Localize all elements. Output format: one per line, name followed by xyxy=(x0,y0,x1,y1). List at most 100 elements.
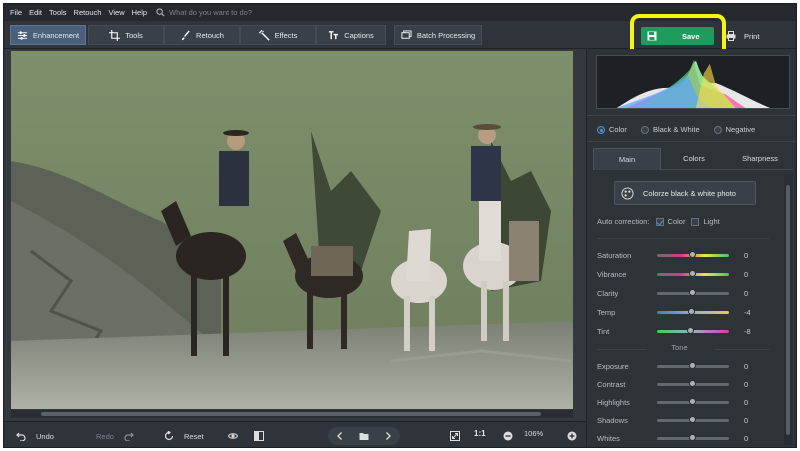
divider xyxy=(715,349,769,350)
slider-knob[interactable] xyxy=(689,269,696,277)
menu-edit[interactable]: Edit xyxy=(29,8,42,17)
subtab-colors[interactable]: Colors xyxy=(661,148,727,170)
eye-icon xyxy=(228,433,238,439)
reset-button[interactable]: Reset xyxy=(164,429,204,443)
image-canvas[interactable] xyxy=(4,49,586,421)
slider-track[interactable] xyxy=(657,250,729,258)
auto-color-label: Color xyxy=(667,217,686,226)
slider-vibrance[interactable]: Vibrance 0 xyxy=(597,267,762,281)
menu-help[interactable]: Help xyxy=(132,8,147,17)
slider-knob[interactable] xyxy=(689,379,696,387)
slider-value: 0 xyxy=(744,288,749,298)
tab-retouch[interactable]: Retouch xyxy=(164,25,240,45)
slider-track[interactable] xyxy=(657,326,729,334)
slider-value: 0 xyxy=(744,361,749,371)
actual-size-button[interactable]: 1:1 xyxy=(474,429,486,438)
zoom-in-icon xyxy=(567,431,577,441)
scrollbar-thumb[interactable] xyxy=(41,412,541,416)
slider-contrast[interactable]: Contrast 0 xyxy=(597,377,762,391)
palette-icon xyxy=(621,186,634,200)
mode-color-radio[interactable]: Color xyxy=(597,125,627,134)
zoom-out-button[interactable] xyxy=(503,429,513,443)
slider-whites[interactable]: Whites 0 xyxy=(597,431,762,445)
slider-tint[interactable]: Tint -8 xyxy=(597,324,762,338)
chevron-left-icon[interactable] xyxy=(335,431,345,441)
slider-track[interactable] xyxy=(657,269,729,277)
slider-label: Vibrance xyxy=(597,269,627,279)
slider-track[interactable] xyxy=(657,288,729,296)
slider-value: 0 xyxy=(744,250,749,260)
compare-button[interactable] xyxy=(254,429,264,443)
slider-knob[interactable] xyxy=(689,397,696,405)
slider-knob[interactable] xyxy=(687,326,694,334)
tone-section-title: Tone xyxy=(671,343,688,352)
slider-track[interactable] xyxy=(657,397,729,405)
slider-value: 0 xyxy=(744,379,749,389)
slider-exposure[interactable]: Exposure 0 xyxy=(597,359,762,373)
tab-effects[interactable]: Effects xyxy=(240,25,316,45)
slider-knob[interactable] xyxy=(689,250,696,258)
auto-light-checkbox[interactable] xyxy=(691,217,700,226)
slider-label: Tint xyxy=(597,326,610,336)
menu-file[interactable]: File xyxy=(10,8,22,17)
tab-label: Effects xyxy=(274,30,298,40)
slider-saturation[interactable]: Saturation 0 xyxy=(597,248,762,262)
redo-label: Redo xyxy=(96,431,114,441)
zoom-in-button[interactable] xyxy=(567,429,577,443)
mode-negative-radio[interactable]: Negative xyxy=(713,125,755,134)
scrollbar-thumb[interactable] xyxy=(786,185,790,435)
tab-batch-processing[interactable]: Batch Processing xyxy=(394,25,482,45)
slider-knob[interactable] xyxy=(689,361,696,369)
slider-shadows[interactable]: Shadows 0 xyxy=(597,413,762,427)
undo-button[interactable]: Undo xyxy=(16,429,54,443)
chevron-right-icon[interactable] xyxy=(383,431,393,441)
slider-track[interactable] xyxy=(657,433,729,441)
slider-value: -8 xyxy=(744,326,751,336)
slider-label: Shadows xyxy=(597,415,628,425)
folder-icon[interactable] xyxy=(359,431,369,441)
divider xyxy=(597,238,769,239)
auto-correction: Auto correction: Color Light xyxy=(597,217,720,226)
divider xyxy=(587,141,796,142)
preview-eye-button[interactable] xyxy=(228,429,238,443)
tab-tools[interactable]: Tools xyxy=(88,25,164,45)
slider-highlights[interactable]: Highlights 0 xyxy=(597,395,762,409)
slider-track[interactable] xyxy=(657,415,729,423)
redo-button[interactable]: Redo xyxy=(96,429,134,443)
slider-knob[interactable] xyxy=(689,415,696,423)
radio-dot xyxy=(597,125,605,134)
slider-temp[interactable]: Temp -4 xyxy=(597,305,762,319)
redo-icon xyxy=(124,432,134,441)
subtab-sharpness[interactable]: Sharpness xyxy=(727,148,793,170)
save-button[interactable]: Save xyxy=(641,27,714,45)
radio-dot xyxy=(713,125,722,134)
radio-label: Color xyxy=(609,125,627,134)
auto-light-label: Light xyxy=(703,217,720,226)
reset-icon xyxy=(164,431,174,441)
menu-retouch[interactable]: Retouch xyxy=(74,8,102,17)
tab-captions[interactable]: Captions xyxy=(316,25,386,45)
search-input[interactable] xyxy=(169,8,310,17)
slider-track[interactable] xyxy=(657,361,729,369)
slider-knob[interactable] xyxy=(689,433,696,441)
auto-color-checkbox[interactable] xyxy=(655,217,664,226)
zoom-level[interactable]: 106% xyxy=(524,429,543,438)
slider-track[interactable] xyxy=(657,307,729,315)
mode-black-white-radio[interactable]: Black & White xyxy=(640,125,700,134)
tab-enhancement[interactable]: Enhancement xyxy=(10,25,86,45)
print-button[interactable]: Print xyxy=(722,27,784,45)
subtab-main[interactable]: Main xyxy=(593,148,661,170)
print-label: Print xyxy=(744,31,760,41)
horizontal-scrollbar[interactable] xyxy=(11,410,573,418)
fit-screen-icon xyxy=(450,431,460,441)
menu-tools[interactable]: Tools xyxy=(49,8,67,17)
slider-track[interactable] xyxy=(657,379,729,387)
slider-clarity[interactable]: Clarity 0 xyxy=(597,286,762,300)
panel-scrollbar[interactable] xyxy=(784,175,792,445)
batch-icon xyxy=(401,29,412,39)
menu-view[interactable]: View xyxy=(108,8,124,17)
slider-knob[interactable] xyxy=(689,288,696,296)
slider-knob[interactable] xyxy=(688,307,695,315)
fit-to-screen-button[interactable] xyxy=(450,429,460,443)
colorize-button[interactable]: Colorze black & white photo xyxy=(614,181,756,205)
